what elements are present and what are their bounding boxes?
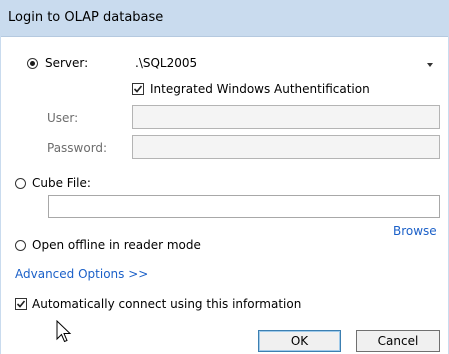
server-combo[interactable]: .\SQL2005 — [129, 51, 442, 77]
advanced-options-link[interactable]: Advanced Options >> — [15, 267, 148, 281]
server-label: Server: — [45, 56, 89, 70]
cancel-button[interactable]: Cancel — [356, 330, 440, 352]
title-bar: Login to OLAP database — [0, 0, 449, 37]
offline-radio[interactable] — [15, 240, 26, 251]
chevron-down-icon[interactable] — [427, 63, 433, 67]
window-title: Login to OLAP database — [8, 10, 164, 25]
cube-file-radio[interactable] — [15, 178, 26, 189]
integrated-auth-checkbox[interactable] — [132, 83, 144, 95]
browse-link[interactable]: Browse — [393, 224, 437, 238]
auto-connect-checkbox[interactable] — [15, 298, 27, 310]
cube-file-input[interactable] — [48, 195, 440, 218]
mouse-cursor-icon — [56, 320, 72, 343]
checkmark-icon — [16, 300, 26, 308]
ok-button[interactable]: OK — [258, 330, 341, 352]
auto-connect-label: Automatically connect using this informa… — [32, 297, 302, 311]
cube-file-label: Cube File: — [32, 176, 91, 190]
offline-label: Open offline in reader mode — [32, 238, 201, 252]
password-field[interactable] — [132, 135, 440, 159]
integrated-auth-label: Integrated Windows Authentification — [150, 82, 370, 96]
server-radio[interactable] — [27, 58, 38, 69]
checkmark-icon — [133, 85, 143, 93]
password-label: Password: — [47, 141, 108, 155]
user-label: User: — [47, 111, 79, 125]
user-field[interactable] — [132, 105, 440, 129]
server-value: .\SQL2005 — [135, 56, 198, 70]
